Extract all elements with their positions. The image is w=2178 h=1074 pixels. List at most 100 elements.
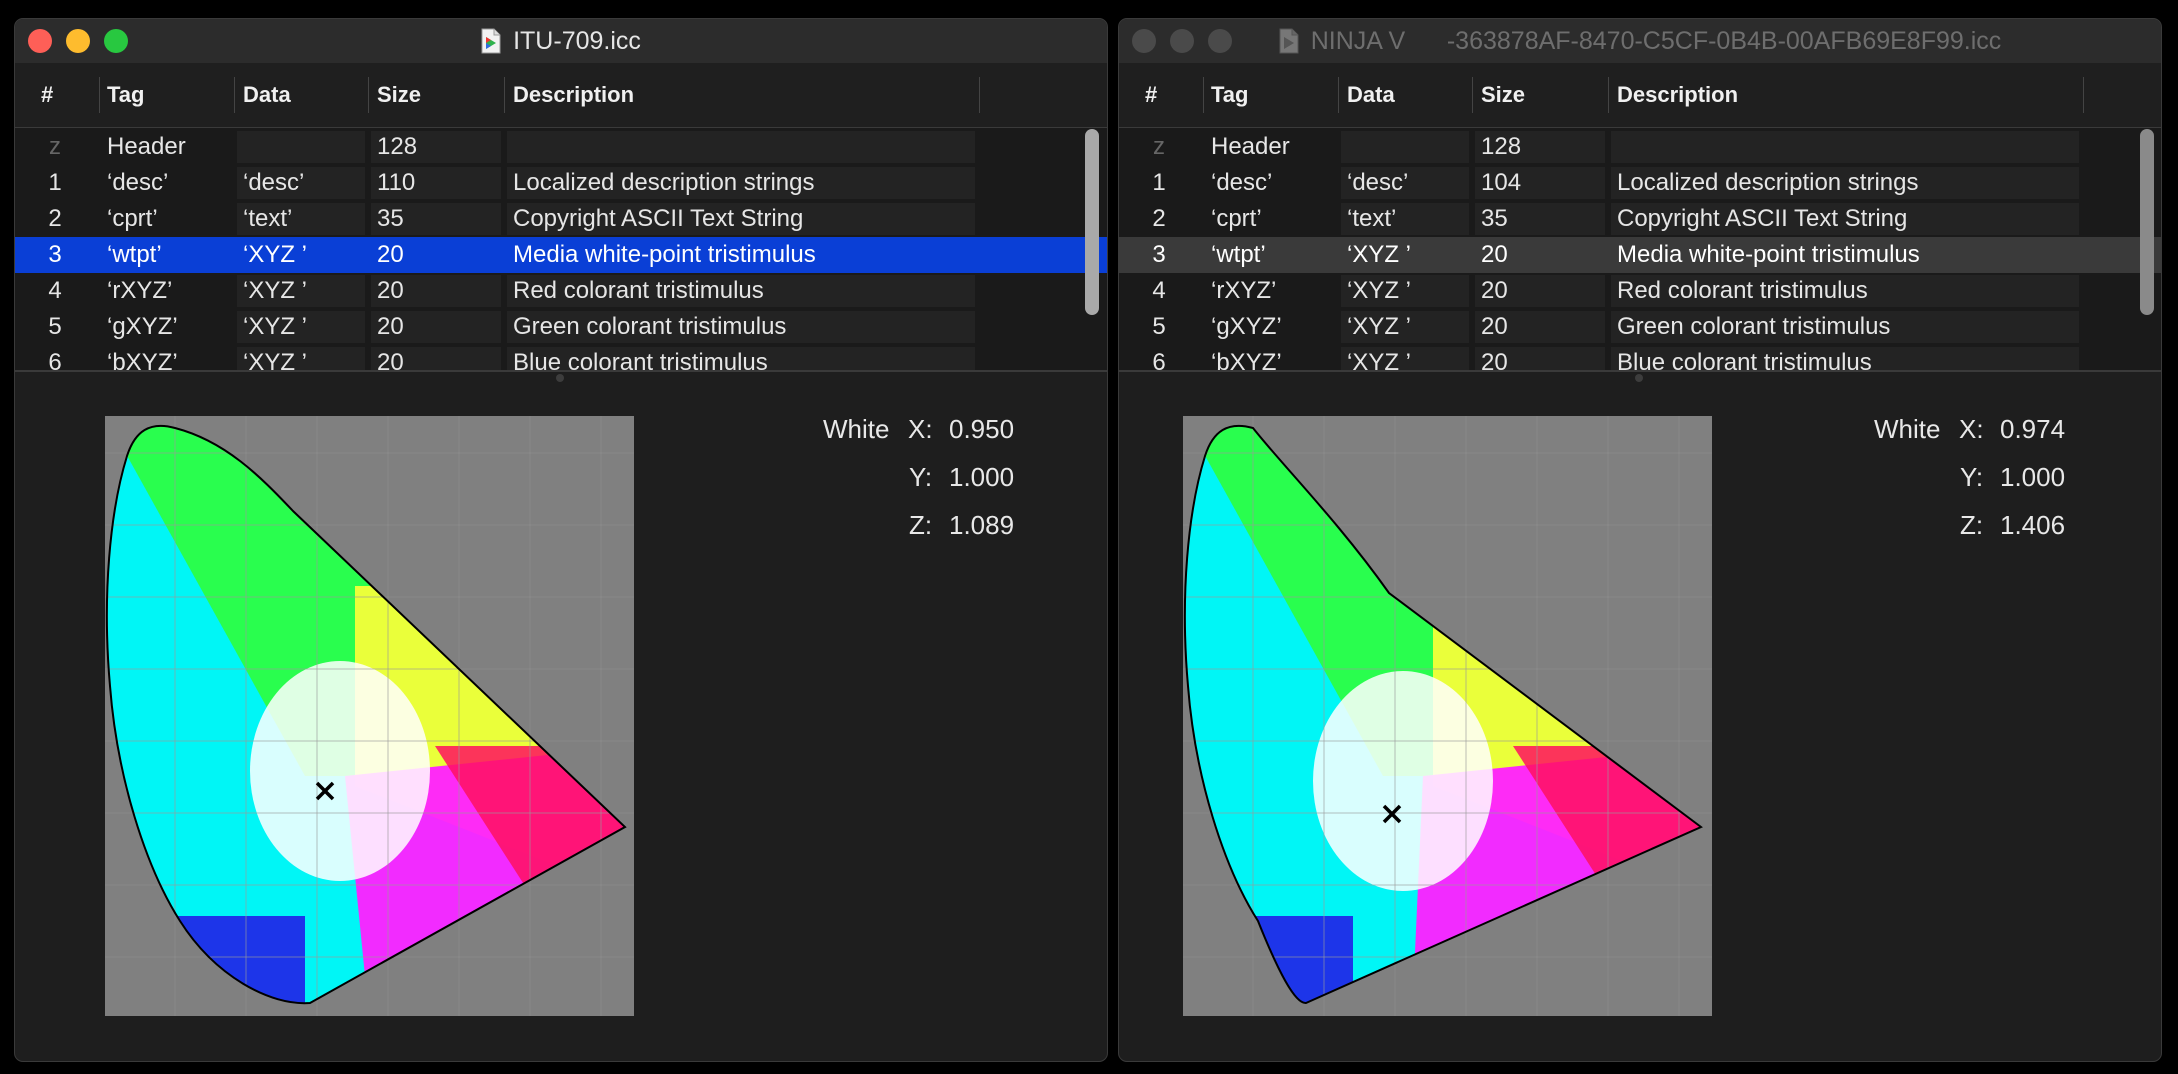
table-row[interactable]: 6 ‘bXYZ’ ‘XYZ ’ 20 Blue colorant tristimulus — [15, 345, 1107, 370]
column-header-num[interactable]: # — [35, 63, 75, 127]
split-handle[interactable] — [1635, 374, 1643, 382]
table-row[interactable]: z Header 128 — [1119, 129, 2161, 165]
cell-num: 1 — [48, 169, 62, 196]
column-header-description[interactable]: Description — [1611, 63, 1911, 127]
cell-size: 20 — [377, 241, 404, 268]
titlebar[interactable]: ITU-709.icc — [15, 19, 1107, 64]
x-label: X: — [1959, 414, 1984, 444]
cell-data: ‘XYZ ’ — [237, 311, 365, 343]
vertical-scrollbar[interactable] — [1085, 129, 1099, 315]
cell-num: z — [49, 133, 61, 160]
cell-num: 2 — [48, 205, 62, 232]
cell-size: 128 — [1475, 131, 1605, 163]
x-value: 0.950 — [949, 414, 1015, 444]
cell-tag: ‘cprt’ — [107, 205, 158, 232]
split-handle[interactable] — [556, 374, 564, 382]
table-row[interactable]: 5 ‘gXYZ’ ‘XYZ ’ 20 Green colorant tristimulu… — [1119, 309, 2161, 345]
split-divider[interactable] — [15, 370, 1107, 372]
column-header-data[interactable]: Data — [237, 63, 357, 127]
cell-tag: ‘desc’ — [1211, 169, 1273, 196]
cell-size: 128 — [371, 131, 501, 163]
cell-desc: Red colorant tristimulus — [1611, 275, 2079, 307]
cell-tag: ‘gXYZ’ — [107, 313, 178, 340]
cell-tag: ‘rXYZ’ — [1211, 277, 1277, 304]
cell-size: 104 — [1475, 167, 1605, 199]
cell-data: ‘XYZ ’ — [1341, 347, 1469, 370]
cell-tag: ‘desc’ — [107, 169, 169, 196]
window-title: NINJA V -363878AF-8470-C5CF-0B4B-00AFB69… — [1119, 19, 2161, 63]
white-label: White — [1874, 414, 1941, 444]
column-header-num[interactable]: # — [1139, 63, 1179, 127]
cell-data: ‘text’ — [1341, 203, 1469, 235]
z-label: Z: — [1960, 510, 1984, 540]
column-header-description[interactable]: Description — [507, 63, 807, 127]
cell-tag: ‘gXYZ’ — [1211, 313, 1282, 340]
cell-desc: Copyright ASCII Text String — [1611, 203, 2079, 235]
cell-tag: ‘rXYZ’ — [107, 277, 173, 304]
cell-tag: ‘bXYZ’ — [1211, 349, 1282, 370]
cell-desc: Green colorant tristimulus — [1611, 311, 2079, 343]
cell-data: ‘text’ — [237, 203, 365, 235]
cell-num: 1 — [1152, 169, 1166, 196]
table-row[interactable]: 1 ‘desc’ ‘desc’ 104 Localized description st… — [1119, 165, 2161, 201]
cell-data: ‘XYZ ’ — [237, 347, 365, 370]
window-title: ITU-709.icc — [15, 19, 1107, 63]
cell-desc: Media white-point tristimulus — [1617, 241, 1920, 268]
table-row[interactable]: 4 ‘rXYZ’ ‘XYZ ’ 20 Red colorant tristimulus — [1119, 273, 2161, 309]
cell-num: 5 — [48, 313, 62, 340]
window-title-text: NINJA V -363878AF-8470-C5CF-0B4B-00AFB69… — [1310, 26, 2002, 55]
cell-num: z — [1153, 133, 1165, 160]
cell-tag: ‘bXYZ’ — [107, 349, 178, 370]
cell-data: ‘XYZ ’ — [1341, 311, 1469, 343]
cell-data: ‘XYZ ’ — [237, 275, 365, 307]
cell-size: 20 — [371, 275, 501, 307]
titlebar[interactable]: NINJA V -363878AF-8470-C5CF-0B4B-00AFB69… — [1119, 19, 2161, 64]
cell-desc: Localized description strings — [1611, 167, 2079, 199]
tag-table[interactable]: # Tag Data Size Description z Header 128 1 ‘… — [1119, 63, 2161, 370]
cell-num: 6 — [1152, 349, 1166, 370]
table-header: # Tag Data Size Description — [15, 63, 1107, 128]
cell-size: 20 — [371, 311, 501, 343]
table-row[interactable]: 3 ‘wtpt’ ‘XYZ ’ 20 Media white-point tristim… — [15, 237, 1107, 273]
cell-desc: Green colorant tristimulus — [507, 311, 975, 343]
cell-data: ‘desc’ — [237, 167, 365, 199]
cell-num: 6 — [48, 349, 62, 370]
split-divider[interactable] — [1119, 370, 2161, 372]
y-value: 1.000 — [2000, 462, 2066, 492]
cell-tag: ‘cprt’ — [1211, 205, 1262, 232]
cell-desc: Blue colorant tristimulus — [507, 347, 975, 370]
vertical-scrollbar[interactable] — [2140, 129, 2154, 315]
cell-num: 3 — [1152, 241, 1166, 268]
column-header-data[interactable]: Data — [1341, 63, 1461, 127]
icc-file-icon — [481, 28, 501, 54]
z-label: Z: — [909, 510, 933, 540]
cell-num: 2 — [1152, 205, 1166, 232]
cell-size: 20 — [371, 347, 501, 370]
table-header: # Tag Data Size Description — [1119, 63, 2161, 128]
cell-desc: Red colorant tristimulus — [507, 275, 975, 307]
z-value: 1.089 — [949, 510, 1015, 540]
table-row[interactable]: 4 ‘rXYZ’ ‘XYZ ’ 20 Red colorant tristimulus — [15, 273, 1107, 309]
cell-num: 4 — [1152, 277, 1166, 304]
column-header-tag[interactable]: Tag — [101, 63, 221, 127]
cell-size: 110 — [371, 167, 501, 199]
cell-tag: Header — [1211, 133, 1290, 160]
tag-table[interactable]: # Tag Data Size Description z Header 128 1 ‘… — [15, 63, 1107, 370]
table-row[interactable]: 6 ‘bXYZ’ ‘XYZ ’ 20 Blue colorant tristimulus — [1119, 345, 2161, 370]
table-row[interactable]: 2 ‘cprt’ ‘text’ 35 Copyright ASCII Text Stri… — [15, 201, 1107, 237]
cell-tag: Header — [107, 133, 186, 160]
x-value: 0.974 — [2000, 414, 2066, 444]
table-row[interactable]: 2 ‘cprt’ ‘text’ 35 Copyright ASCII Text Stri… — [1119, 201, 2161, 237]
cell-desc — [1611, 131, 2079, 163]
cell-desc: Localized description strings — [507, 167, 975, 199]
column-header-tag[interactable]: Tag — [1205, 63, 1325, 127]
table-row[interactable]: 3 ‘wtpt’ ‘XYZ ’ 20 Media white-point tristim… — [1119, 237, 2161, 273]
column-header-size[interactable]: Size — [1475, 63, 1595, 127]
cell-size: 20 — [1475, 311, 1605, 343]
table-row[interactable]: z Header 128 — [15, 129, 1107, 165]
cell-data: ‘desc’ — [1341, 167, 1469, 199]
table-row[interactable]: 1 ‘desc’ ‘desc’ 110 Localized description st… — [15, 165, 1107, 201]
table-row[interactable]: 5 ‘gXYZ’ ‘XYZ ’ 20 Green colorant tristimulu… — [15, 309, 1107, 345]
cell-desc: Blue colorant tristimulus — [1611, 347, 2079, 370]
column-header-size[interactable]: Size — [371, 63, 491, 127]
